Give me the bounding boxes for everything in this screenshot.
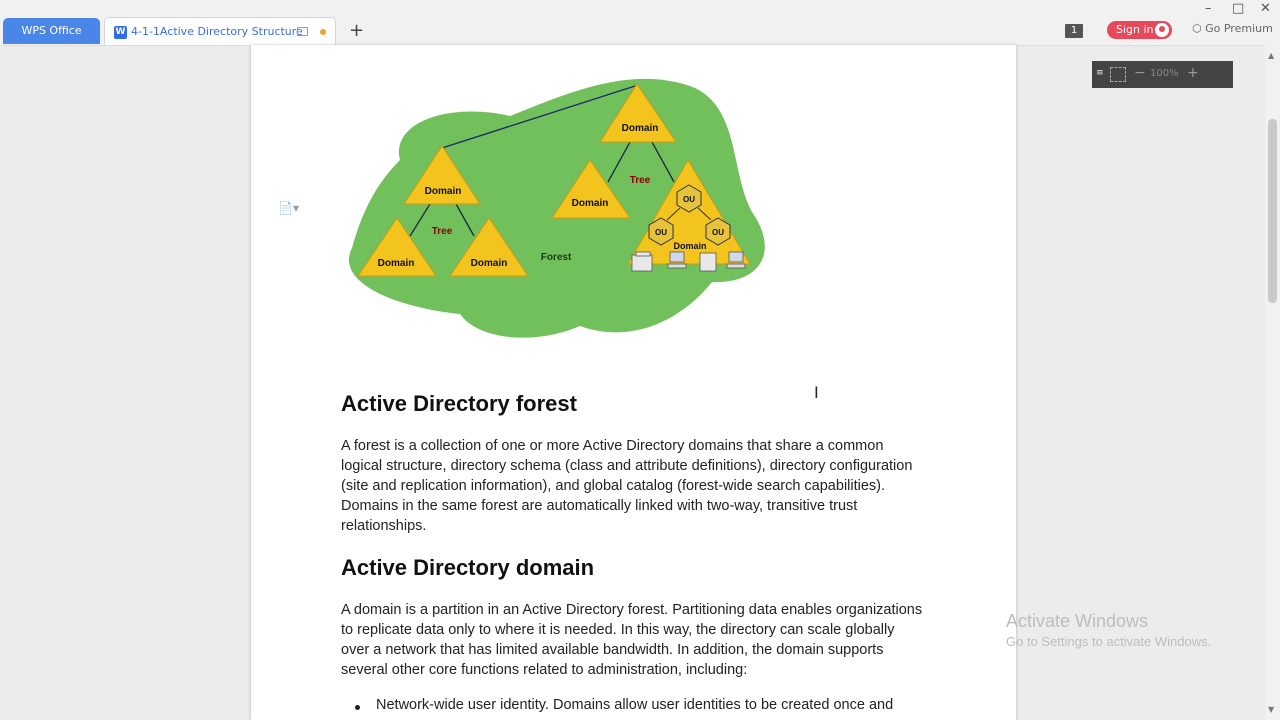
maximize-button[interactable]: □ [1232,1,1244,16]
server-icon [699,252,717,272]
page-count-badge[interactable]: 1 [1065,24,1083,38]
word-doc-icon: W [114,26,127,39]
paragraph-forest: A forest is a collection of one or more … [341,438,913,534]
fit-page-icon[interactable] [1110,67,1126,82]
new-tab-button[interactable]: + [349,20,364,42]
domain-label: Domain [622,123,659,134]
domain-label: Domain [425,186,462,197]
domain-label: Domain [471,258,508,269]
screen-icon[interactable] [297,27,308,36]
heading-domain: Active Directory domain [341,555,595,580]
title-bar: WPS Office W 4-1-1Active Directory Struc… [0,0,1280,46]
domain-label: Domain [378,258,415,269]
scrollbar-thumb[interactable] [1268,119,1277,303]
minimize-button[interactable]: – [1205,1,1212,16]
ou-label: OU [683,195,695,204]
tree-label-left: Tree [432,226,453,237]
go-premium-button[interactable]: ⬡ Go Premium [1192,22,1273,35]
menu-icon[interactable]: ≡ [1096,68,1104,78]
forest-diagram: Domain Domain Domain Domain Domain Domai… [348,78,765,338]
forest-label: Forest [541,252,572,263]
list-item-text: Network-wide user identity. Domains allo… [376,697,894,713]
domain-label: Domain [572,198,609,209]
go-premium-label: Go Premium [1205,22,1273,35]
bullet-icon [355,705,360,710]
text-cursor-icon: I [814,383,819,402]
server-icon [631,251,653,272]
zoom-in-button[interactable]: + [1187,65,1199,81]
sign-in-button[interactable]: Sign in [1107,21,1172,39]
paragraph-domain: A domain is a partition in an Active Dir… [341,602,923,678]
ou-label: OU [712,228,724,237]
heading-forest: Active Directory forest [341,391,577,416]
document-tab-title: 4-1-1Active Directory Structure [131,25,303,38]
unsaved-dot-icon [320,29,326,35]
workstation-icon [667,251,687,269]
ou-label: OU [655,228,667,237]
avatar-icon [1155,23,1169,37]
workstation-icon [726,251,746,269]
close-button[interactable]: ✕ [1260,1,1271,16]
vertical-scrollbar[interactable]: ▲ ▼ [1265,45,1280,720]
tree-label-right: Tree [630,175,651,186]
document-tab[interactable]: W 4-1-1Active Directory Structure [104,17,336,45]
activate-windows-subtitle: Go to Settings to activate Windows. [1006,634,1212,649]
zoom-out-button[interactable]: − [1134,65,1146,81]
scroll-down-icon[interactable]: ▼ [1268,705,1274,714]
domain-label: Domain [673,241,706,251]
scroll-up-icon[interactable]: ▲ [1268,51,1274,60]
premium-shield-icon: ⬡ [1192,22,1202,35]
zoom-toolbar: ≡ − 100% + [1092,61,1233,88]
activate-windows-title: Activate Windows [1006,611,1149,631]
wps-office-tab[interactable]: WPS Office [3,18,100,44]
sign-in-label: Sign in [1116,23,1154,36]
paragraph-options-icon[interactable]: 📄▾ [278,201,299,215]
zoom-level[interactable]: 100% [1150,68,1179,79]
